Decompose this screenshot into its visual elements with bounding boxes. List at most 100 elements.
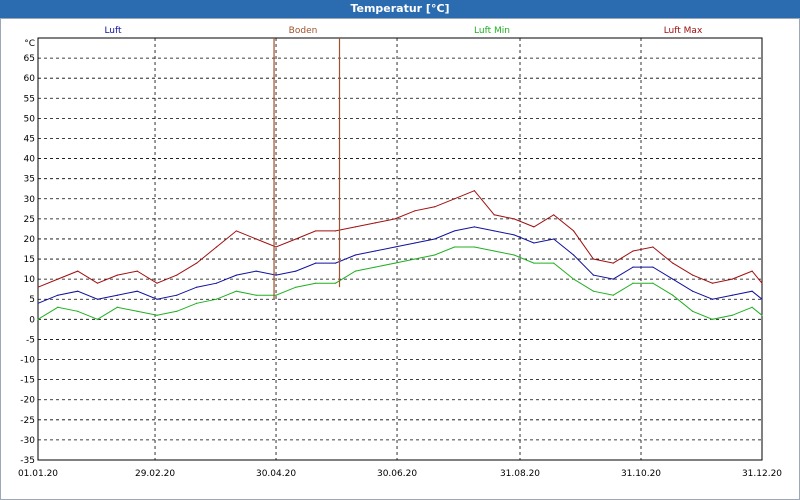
data-point bbox=[592, 258, 594, 260]
data-point bbox=[691, 274, 694, 276]
data-point bbox=[751, 306, 753, 308]
data-point bbox=[434, 206, 436, 208]
data-point bbox=[572, 230, 575, 232]
data-point bbox=[533, 242, 535, 244]
y-tick-label: -20 bbox=[20, 396, 35, 406]
legend-entry: Luft Min bbox=[474, 26, 510, 36]
data-point bbox=[572, 254, 575, 256]
data-point bbox=[57, 294, 59, 296]
data-point bbox=[691, 310, 694, 312]
data-point bbox=[116, 294, 118, 296]
data-point bbox=[374, 266, 376, 268]
data-point bbox=[493, 230, 495, 232]
data-point bbox=[235, 290, 237, 292]
x-tick-label: 30.06.20 bbox=[377, 469, 417, 479]
data-point bbox=[711, 282, 714, 284]
data-point bbox=[592, 290, 594, 292]
data-point bbox=[394, 262, 396, 264]
y-axis: °C65605550454035302520151050-5-10-15-20-… bbox=[20, 39, 35, 466]
data-point bbox=[553, 262, 555, 264]
data-point bbox=[513, 218, 515, 220]
y-tick-label: 65 bbox=[24, 54, 35, 64]
legend-entry: Luft bbox=[104, 26, 122, 36]
y-tick-label: -10 bbox=[20, 356, 35, 366]
chart-window: Temperatur [°C] Luft Boden Luft Min Luft Ma… bbox=[0, 0, 800, 500]
data-point bbox=[572, 278, 575, 280]
data-point bbox=[751, 270, 753, 272]
y-tick-label: 35 bbox=[24, 175, 35, 185]
legend-entry: Luft Max bbox=[664, 26, 703, 36]
data-point bbox=[116, 306, 118, 308]
plot-area bbox=[37, 37, 763, 461]
data-point bbox=[632, 250, 634, 252]
temperature-chart: Luft Boden Luft Min Luft Max °C656055504540… bbox=[18, 26, 782, 479]
data-point bbox=[453, 246, 456, 248]
y-tick-label: 10 bbox=[24, 275, 36, 285]
data-point bbox=[632, 266, 634, 268]
data-point bbox=[334, 282, 337, 284]
grid bbox=[37, 37, 763, 461]
data-point bbox=[77, 270, 79, 272]
data-point bbox=[37, 286, 39, 288]
data-point bbox=[176, 274, 178, 276]
y-tick-label: -15 bbox=[20, 376, 35, 386]
data-point bbox=[414, 210, 416, 212]
data-point bbox=[215, 246, 218, 248]
data-point bbox=[255, 270, 257, 272]
data-point bbox=[691, 290, 694, 292]
data-point bbox=[156, 298, 158, 300]
data-point bbox=[473, 190, 475, 192]
data-point bbox=[255, 238, 257, 240]
y-tick-label: 5 bbox=[29, 295, 35, 305]
data-point bbox=[57, 278, 59, 280]
y-tick-label: 20 bbox=[24, 235, 36, 245]
data-point bbox=[612, 262, 614, 264]
y-tick-label: -35 bbox=[20, 456, 35, 466]
data-point bbox=[136, 310, 138, 312]
x-tick-label: 31.10.20 bbox=[621, 469, 661, 479]
data-point bbox=[553, 238, 555, 240]
data-point bbox=[136, 270, 138, 272]
data-point bbox=[434, 254, 436, 256]
x-tick-label: 30.04.20 bbox=[256, 469, 296, 479]
data-point bbox=[116, 274, 118, 276]
data-point bbox=[374, 222, 376, 224]
x-tick-label: 31.12.20 bbox=[742, 469, 782, 479]
data-point bbox=[295, 238, 297, 240]
window-title: Temperatur [°C] bbox=[0, 0, 800, 18]
data-point bbox=[176, 294, 178, 296]
data-point bbox=[196, 262, 198, 264]
data-point bbox=[334, 230, 337, 232]
data-point bbox=[295, 286, 297, 288]
data-point bbox=[711, 318, 714, 320]
data-point bbox=[632, 282, 634, 284]
data-point bbox=[553, 214, 555, 216]
data-point bbox=[513, 254, 515, 256]
data-point bbox=[196, 286, 198, 288]
data-point bbox=[761, 282, 763, 284]
data-point bbox=[672, 278, 674, 280]
y-tick-label: 15 bbox=[24, 255, 35, 265]
data-point bbox=[493, 250, 495, 252]
y-tick-label: 55 bbox=[24, 94, 35, 104]
data-point bbox=[136, 290, 138, 292]
data-point bbox=[493, 214, 495, 216]
data-point bbox=[57, 306, 59, 308]
x-tick-label: 01.01.20 bbox=[18, 469, 58, 479]
data-point bbox=[612, 294, 614, 296]
data-point bbox=[473, 246, 475, 248]
data-point bbox=[215, 282, 218, 284]
data-point bbox=[434, 238, 436, 240]
y-tick-label: -25 bbox=[20, 416, 35, 426]
data-point bbox=[672, 262, 674, 264]
data-point bbox=[414, 242, 416, 244]
data-point bbox=[315, 282, 317, 284]
y-tick-label: 25 bbox=[24, 215, 35, 225]
y-tick-label: -5 bbox=[26, 335, 35, 345]
data-point bbox=[711, 298, 714, 300]
data-point bbox=[37, 302, 39, 304]
data-point bbox=[592, 274, 594, 276]
data-point bbox=[354, 270, 356, 272]
data-point bbox=[96, 282, 99, 284]
y-tick-label: 0 bbox=[29, 315, 35, 325]
